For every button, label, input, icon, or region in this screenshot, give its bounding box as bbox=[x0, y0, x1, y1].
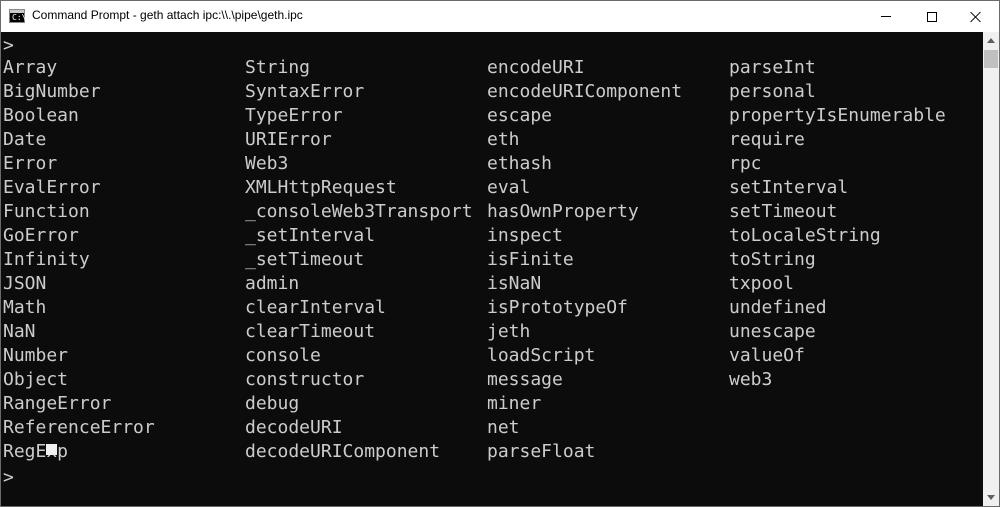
command-prompt-window: C:\ Command Prompt - geth attach ipc:\\.… bbox=[0, 0, 1000, 507]
completion-item: inspect bbox=[487, 225, 563, 246]
completion-column-4: parseInt personal propertyIsEnumerable requ… bbox=[729, 56, 971, 392]
completion-item: encodeURIComponent bbox=[487, 81, 683, 102]
completion-item: Number bbox=[3, 345, 69, 366]
completion-item: _consoleWeb3Transport bbox=[245, 201, 473, 222]
prompt-line: > bbox=[3, 35, 14, 56]
completion-item: personal bbox=[729, 81, 816, 102]
completion-item: parseInt bbox=[729, 57, 816, 78]
completion-item: net bbox=[487, 417, 520, 438]
completion-item: setTimeout bbox=[729, 201, 838, 222]
completion-item: GoError bbox=[3, 225, 79, 246]
completion-item: unescape bbox=[729, 321, 816, 342]
completion-item: SyntaxError bbox=[245, 81, 365, 102]
close-button[interactable] bbox=[953, 1, 999, 32]
completion-item: Date bbox=[3, 129, 47, 150]
completion-item: Infinity bbox=[3, 249, 90, 270]
completion-item: admin bbox=[245, 273, 300, 294]
completion-item: debug bbox=[245, 393, 300, 414]
completion-item: EvalError bbox=[3, 177, 101, 198]
completion-item: clearInterval bbox=[245, 297, 386, 318]
input-prompt: > bbox=[3, 467, 14, 488]
completion-item: Function bbox=[3, 201, 90, 222]
completion-item: web3 bbox=[729, 369, 773, 390]
scroll-down-icon[interactable] bbox=[987, 495, 995, 500]
completion-item: JSON bbox=[3, 273, 47, 294]
window-title: Command Prompt - geth attach ipc:\\.\pip… bbox=[32, 8, 303, 22]
scroll-up-icon[interactable] bbox=[987, 38, 995, 43]
minimize-button[interactable] bbox=[863, 1, 909, 32]
console-output[interactable]: > Array BigNumber Boolean Date Error EvalErro… bbox=[1, 32, 983, 506]
maximize-button[interactable] bbox=[909, 1, 955, 32]
scrollbar-thumb[interactable] bbox=[984, 50, 998, 68]
completion-item: propertyIsEnumerable bbox=[729, 105, 946, 126]
completion-item: toLocaleString bbox=[729, 225, 881, 246]
completion-item: Boolean bbox=[3, 105, 79, 126]
completion-item: console bbox=[245, 345, 321, 366]
completion-column-1: Array BigNumber Boolean Date Error EvalError F… bbox=[3, 56, 245, 464]
completion-item: RegExp bbox=[3, 441, 69, 462]
completion-item: RangeError bbox=[3, 393, 112, 414]
completion-item: jeth bbox=[487, 321, 531, 342]
completion-item: miner bbox=[487, 393, 542, 414]
completion-item: message bbox=[487, 369, 563, 390]
icon-text: C:\ bbox=[12, 13, 27, 22]
maximize-icon bbox=[927, 11, 937, 22]
completion-item: toString bbox=[729, 249, 816, 270]
completion-item: ethash bbox=[487, 153, 553, 174]
vertical-scrollbar[interactable] bbox=[983, 32, 999, 506]
completion-item: Object bbox=[3, 369, 69, 390]
completion-item: loadScript bbox=[487, 345, 596, 366]
minimize-icon bbox=[881, 16, 891, 17]
completion-item: parseFloat bbox=[487, 441, 596, 462]
completion-item: TypeError bbox=[245, 105, 343, 126]
completion-item: decodeURI bbox=[245, 417, 343, 438]
completion-item: rpc bbox=[729, 153, 762, 174]
completion-item: eval bbox=[487, 177, 531, 198]
completion-item: NaN bbox=[3, 321, 36, 342]
completion-item: XMLHttpRequest bbox=[245, 177, 397, 198]
close-icon bbox=[970, 11, 982, 23]
completion-item: decodeURIComponent bbox=[245, 441, 441, 462]
completion-item: isPrototypeOf bbox=[487, 297, 628, 318]
completion-item: ReferenceError bbox=[3, 417, 155, 438]
completion-item: _setTimeout bbox=[245, 249, 365, 270]
completion-column-2: String SyntaxError TypeError URIError Web3 XM… bbox=[245, 56, 487, 464]
completion-item: require bbox=[729, 129, 805, 150]
command-prompt-icon[interactable]: C:\ bbox=[9, 9, 27, 23]
completion-item: isFinite bbox=[487, 249, 574, 270]
completion-item: txpool bbox=[729, 273, 795, 294]
completion-item: encodeURI bbox=[487, 57, 585, 78]
completion-item: valueOf bbox=[729, 345, 805, 366]
completion-item: hasOwnProperty bbox=[487, 201, 639, 222]
completion-item: _setInterval bbox=[245, 225, 376, 246]
completion-item: clearTimeout bbox=[245, 321, 376, 342]
completion-item: eth bbox=[487, 129, 520, 150]
text-cursor bbox=[46, 444, 57, 455]
completion-item: Array bbox=[3, 57, 58, 78]
completion-item: Error bbox=[3, 153, 58, 174]
completion-item: escape bbox=[487, 105, 553, 126]
completion-item: constructor bbox=[245, 369, 365, 390]
completion-item: Math bbox=[3, 297, 47, 318]
completion-item: setInterval bbox=[729, 177, 849, 198]
completion-column-3: encodeURI encodeURIComponent escape eth etha… bbox=[487, 56, 729, 464]
completion-item: Web3 bbox=[245, 153, 289, 174]
completion-item: BigNumber bbox=[3, 81, 101, 102]
title-bar[interactable]: C:\ Command Prompt - geth attach ipc:\\.… bbox=[1, 1, 999, 32]
completion-item: URIError bbox=[245, 129, 332, 150]
completion-item: String bbox=[245, 57, 311, 78]
completion-item: undefined bbox=[729, 297, 827, 318]
completion-item: isNaN bbox=[487, 273, 542, 294]
